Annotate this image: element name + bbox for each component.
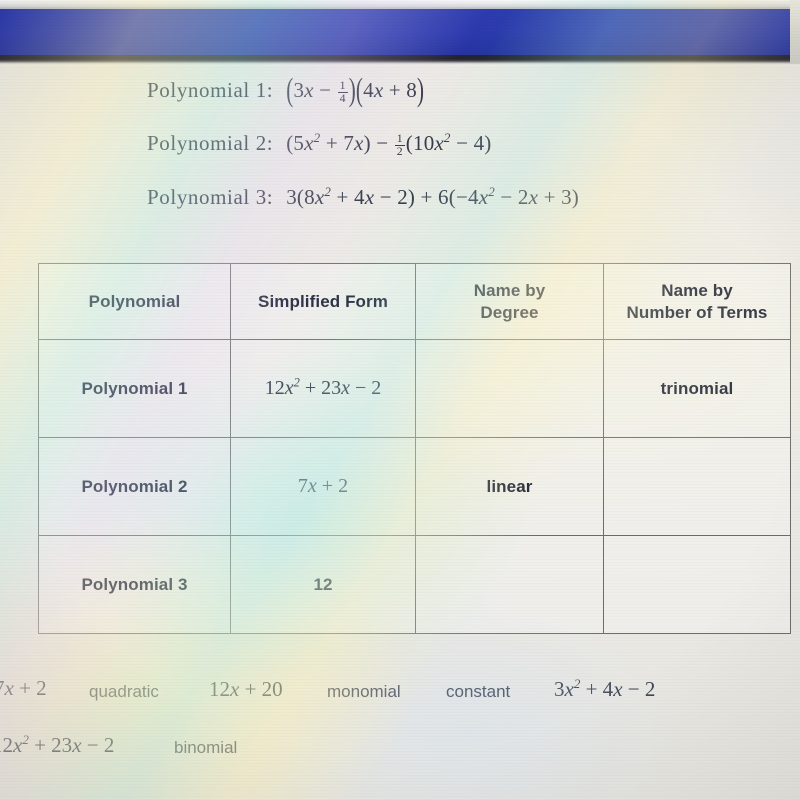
prompt-line-1: Polynomial 1: (3x − 1 4)(4x + 8)	[147, 71, 425, 109]
column-header-name-by-degree-line-2: Degree	[480, 302, 539, 322]
prompt-line-2: Polynomial 2: (5x2 + 7x) − 1 2 (10x2 − 4)	[147, 131, 491, 158]
row-label-polynomial-2: Polynomial 2	[38, 437, 231, 536]
cell-simplified-form-2[interactable]: 7x + 2	[230, 437, 416, 536]
answer-bank-item-12x-plus-20[interactable]: 12x + 20	[209, 677, 283, 702]
app-header-bar	[0, 9, 790, 58]
cell-simplified-form-3[interactable]: 12	[230, 535, 416, 634]
answer-bank: 7x + 2 quadratic 12x + 20 monomial const…	[0, 668, 800, 778]
table-header-row: Polynomial Simplified Form Name by Degre…	[38, 263, 791, 340]
column-header-polynomial-line-1: Polynomial	[88, 291, 181, 311]
row-label-text: Polynomial 3	[81, 574, 188, 594]
column-header-name-by-number-of-terms: Name by Number of Terms	[603, 263, 791, 340]
column-header-name-by-degree-line-1: Name by	[473, 281, 546, 301]
prompt-label-1: Polynomial 1:	[147, 78, 274, 102]
answer-bank-item-binomial[interactable]: binomial	[174, 738, 237, 758]
table-row: Polynomial 2 7x + 2 linear	[38, 437, 791, 536]
cell-simplified-form-2-text: 7x + 2	[297, 475, 349, 497]
prompt-line-3: Polynomial 3: 3(8x2 + 4x − 2) + 6(−4x2 − …	[147, 185, 579, 210]
answer-bank-item-constant[interactable]: constant	[446, 682, 510, 702]
prompt-expression-2: (5x2 + 7x) − 1 2 (10x2 − 4)	[286, 130, 492, 159]
answer-bank-item-quadratic[interactable]: quadratic	[89, 682, 159, 702]
table-row: Polynomial 3 12	[38, 535, 791, 634]
cell-name-by-degree-3[interactable]	[415, 535, 604, 634]
cell-name-by-degree-1[interactable]	[415, 339, 604, 438]
window-right-edge	[790, 0, 800, 64]
column-header-polynomial: Polynomial	[38, 263, 231, 340]
cell-name-by-terms-1[interactable]: trinomial	[603, 339, 791, 438]
answer-bank-item-3x2-plus-4x-minus-2[interactable]: 3x2 + 4x − 2	[554, 677, 655, 702]
answer-bank-item-monomial[interactable]: monomial	[327, 682, 401, 702]
polynomial-table: Polynomial Simplified Form Name by Degre…	[38, 263, 791, 634]
cell-name-by-terms-1-text: trinomial	[660, 378, 734, 398]
answer-bank-item-12x2-plus-23x-minus-2[interactable]: 12x2 + 23x − 2	[0, 733, 114, 758]
row-label-text: Polynomial 2	[81, 476, 188, 496]
column-header-name-by-degree: Name by Degree	[415, 263, 604, 340]
cell-name-by-terms-3[interactable]	[603, 535, 791, 634]
app-header-shadow	[0, 58, 790, 64]
screenshot-root: Polynomial 1: (3x − 1 4)(4x + 8) Polynomia…	[0, 0, 800, 800]
prompt-expression-3: 3(8x2 + 4x − 2) + 6(−4x2 − 2x + 3)	[286, 184, 579, 209]
window-title-strip	[0, 0, 800, 9]
column-header-simplified-form: Simplified Form	[230, 263, 416, 340]
row-label-polynomial-3: Polynomial 3	[38, 535, 231, 634]
row-label-polynomial-1: Polynomial 1	[38, 339, 231, 438]
cell-simplified-form-3-text: 12	[313, 574, 333, 594]
prompt-expression-1: (3x − 1 4)(4x + 8)	[286, 71, 425, 109]
cell-name-by-degree-2[interactable]: linear	[415, 437, 604, 536]
column-header-simplified-form-line-1: Simplified Form	[258, 291, 388, 311]
cell-simplified-form-1[interactable]: 12x2 + 23x − 2	[230, 339, 416, 438]
prompt-label-3: Polynomial 3:	[147, 185, 274, 209]
cell-simplified-form-1-text: 12x2 + 23x − 2	[264, 375, 382, 399]
row-label-text: Polynomial 1	[81, 378, 188, 398]
answer-bank-item-7x-plus-2[interactable]: 7x + 2	[0, 676, 47, 701]
column-header-name-by-number-of-terms-line-1: Name by	[661, 281, 733, 301]
cell-name-by-terms-2[interactable]	[603, 437, 791, 536]
column-header-name-by-number-of-terms-line-2: Number of Terms	[626, 302, 768, 322]
prompt-label-2: Polynomial 2:	[147, 131, 274, 155]
table-row: Polynomial 1 12x2 + 23x − 2 trinomial	[38, 339, 791, 438]
cell-name-by-degree-2-text: linear	[486, 476, 533, 496]
